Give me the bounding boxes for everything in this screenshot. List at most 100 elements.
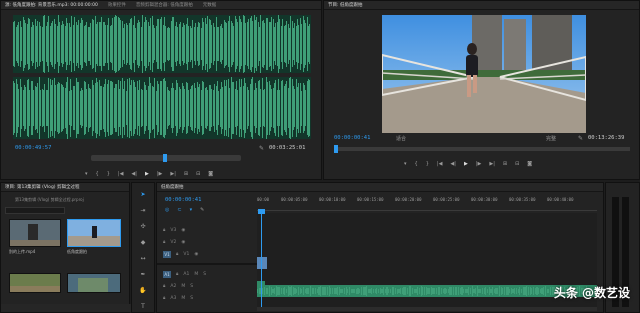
tab-timeline-sequence[interactable]: 低角度跟拍 xyxy=(161,184,184,190)
eye-icon[interactable]: ◉ xyxy=(181,240,185,245)
overwrite-icon[interactable]: ⊟ xyxy=(196,171,200,177)
mark-out2-icon[interactable]: } xyxy=(107,171,110,177)
track-header-v1[interactable]: V1 🔒︎ V1 ◉ xyxy=(157,249,257,259)
p-step-back-icon[interactable]: |◀ xyxy=(437,161,443,167)
project-item-label: 别的上传.mp4 xyxy=(9,249,36,254)
p-play-icon[interactable]: ▶ xyxy=(464,161,468,167)
tab-metadata[interactable]: 元数据 xyxy=(203,2,217,8)
project-item-thumb[interactable] xyxy=(67,219,121,247)
source-target-v1[interactable]: V1 xyxy=(163,250,171,258)
lock-icon[interactable]: 🔒︎ xyxy=(163,283,165,289)
project-item-thumb[interactable] xyxy=(67,273,121,293)
ruler-label: 00:00:10:00 xyxy=(319,197,346,202)
p-mark-in-icon[interactable]: ▾ xyxy=(404,161,407,167)
source-waveform-top[interactable] xyxy=(13,15,311,73)
source-waveform-bottom[interactable] xyxy=(13,77,311,139)
waveform-bars-bottom xyxy=(13,77,311,139)
settings-icon[interactable]: ✎ xyxy=(200,207,204,213)
p-camera-icon[interactable]: ◙ xyxy=(527,161,532,167)
ruler-label: 00:00:30:00 xyxy=(471,197,498,202)
tab-project[interactable]: 项目: 第13集剪辑 (Vlog) 剪辑全过程 xyxy=(5,184,79,190)
p-extract-icon[interactable]: ⊟ xyxy=(515,161,519,167)
mute-icon[interactable]: M xyxy=(194,272,198,277)
slip-tool-icon[interactable]: ↔ xyxy=(140,255,145,262)
lock-icon[interactable]: 🔒︎ xyxy=(163,295,165,301)
project-search-input[interactable] xyxy=(5,207,65,214)
p-step-forward-icon[interactable]: ▶| xyxy=(489,161,495,167)
camera-icon[interactable]: ◙ xyxy=(208,171,213,177)
mute-icon[interactable]: M xyxy=(181,296,185,301)
p-frame-back-icon[interactable]: ◀| xyxy=(450,161,456,167)
razor-tool-icon[interactable]: ◆ xyxy=(141,239,146,246)
lock-icon[interactable]: 🔒︎ xyxy=(163,239,165,245)
pen-tool-icon[interactable]: ✒ xyxy=(140,271,145,278)
track-header-a2[interactable]: 🔒︎ A2 M S xyxy=(157,281,257,291)
timeline-scrollbar[interactable] xyxy=(257,307,597,311)
program-fit-dropdown[interactable]: 适合 xyxy=(396,135,406,142)
timeline-ruler[interactable]: 00:00 00:00:05:00 00:00:10:00 00:00:15:0… xyxy=(257,197,597,211)
program-scrub-bar[interactable] xyxy=(334,147,630,151)
tool-list: ➤ ⇥ ✣ ◆ ↔ ✒ ✋ T xyxy=(132,191,154,310)
step-back-icon[interactable]: |◀ xyxy=(118,171,124,177)
program-video-frame[interactable] xyxy=(382,15,586,133)
program-current-time[interactable]: 00:00:00:41 xyxy=(334,135,370,141)
eye-icon[interactable]: ◉ xyxy=(181,228,185,233)
tab-program[interactable]: 节目: 低角度跟拍 xyxy=(328,2,362,8)
frame-forward-icon[interactable]: |▶ xyxy=(157,171,163,177)
p-frame-forward-icon[interactable]: |▶ xyxy=(476,161,482,167)
play-icon[interactable]: ▶ xyxy=(145,171,149,177)
thumb-image xyxy=(10,274,60,292)
timeline-playhead-handle[interactable] xyxy=(258,209,265,214)
project-tabbar: 项目: 第13集剪辑 (Vlog) 剪辑全过程 xyxy=(1,183,129,192)
p-lift-icon[interactable]: ⊞ xyxy=(503,161,507,167)
selection-tool-icon[interactable]: ➤ xyxy=(140,191,145,198)
frame-back-icon[interactable]: ◀| xyxy=(131,171,137,177)
source-target-a1[interactable]: A1 xyxy=(163,270,171,278)
track-header-v3[interactable]: 🔒︎ V3 ◉ xyxy=(157,225,257,235)
tab-source[interactable]: 源: 低角度跟拍: 背景音乐.mp3: 00:00:00:00 xyxy=(5,2,98,8)
lock-icon[interactable]: 🔒︎ xyxy=(176,271,178,277)
tab-effect-controls[interactable]: 效果控件 xyxy=(108,2,126,8)
timeline-current-time[interactable]: 00:00:00:41 xyxy=(165,197,201,203)
track-header-a1[interactable]: A1 🔒︎ A1 M S xyxy=(157,269,257,279)
mark-out-icon[interactable]: { xyxy=(96,171,99,177)
insert-icon[interactable]: ⊞ xyxy=(184,171,188,177)
lock-icon[interactable]: 🔒︎ xyxy=(176,251,178,257)
track-header-a3[interactable]: 🔒︎ A3 M S xyxy=(157,293,257,303)
mute-icon[interactable]: M xyxy=(181,284,185,289)
project-item-thumb[interactable] xyxy=(9,219,61,247)
tools-panel: ➤ ⇥ ✣ ◆ ↔ ✒ ✋ T xyxy=(131,182,155,313)
video-clip[interactable] xyxy=(257,257,267,269)
timeline-playhead[interactable] xyxy=(261,211,262,307)
lock-icon[interactable]: 🔒︎ xyxy=(163,227,165,233)
timeline-tabbar: 低角度跟拍 xyxy=(157,183,603,192)
track-select-tool-icon[interactable]: ⇥ xyxy=(140,207,145,214)
solo-icon[interactable]: S xyxy=(203,272,206,277)
mark-in-icon[interactable]: ▾ xyxy=(85,171,88,177)
p-mark-out-icon[interactable]: } xyxy=(426,161,429,167)
ripple-edit-tool-icon[interactable]: ✣ xyxy=(140,223,145,230)
program-wrench-icon[interactable]: ✎ xyxy=(578,135,583,142)
eye-icon[interactable]: ◉ xyxy=(194,252,198,257)
step-forward-icon[interactable]: ▶| xyxy=(170,171,176,177)
wrench-icon[interactable]: ✎ xyxy=(259,145,264,152)
p-mark-in2-icon[interactable]: { xyxy=(415,161,418,167)
project-item-thumb[interactable] xyxy=(9,273,61,293)
tab-audio-mixer[interactable]: 音频剪辑混合器: 低角度跟拍 xyxy=(136,2,193,8)
track-label: A1 xyxy=(183,271,190,277)
linked-select-icon[interactable]: ⊂ xyxy=(177,207,181,213)
ruler-label: 00:00:25:00 xyxy=(433,197,460,202)
marker-icon[interactable]: ▾ xyxy=(190,207,193,213)
track-header-v2[interactable]: 🔒︎ V2 ◉ xyxy=(157,237,257,247)
program-playhead-marker[interactable] xyxy=(334,145,338,153)
source-current-time[interactable]: 00:00:49:57 xyxy=(15,145,51,151)
thumb-image xyxy=(68,220,120,246)
solo-icon[interactable]: S xyxy=(190,296,193,301)
audio-clip-a2[interactable] xyxy=(257,285,598,297)
snap-icon[interactable]: ◎ xyxy=(165,207,169,213)
solo-icon[interactable]: S xyxy=(190,284,193,289)
source-playhead-marker[interactable] xyxy=(163,154,167,162)
hand-tool-icon[interactable]: ✋ xyxy=(139,287,146,294)
program-quality-dropdown[interactable]: 完整 xyxy=(546,135,556,142)
type-tool-icon[interactable]: T xyxy=(141,303,145,310)
